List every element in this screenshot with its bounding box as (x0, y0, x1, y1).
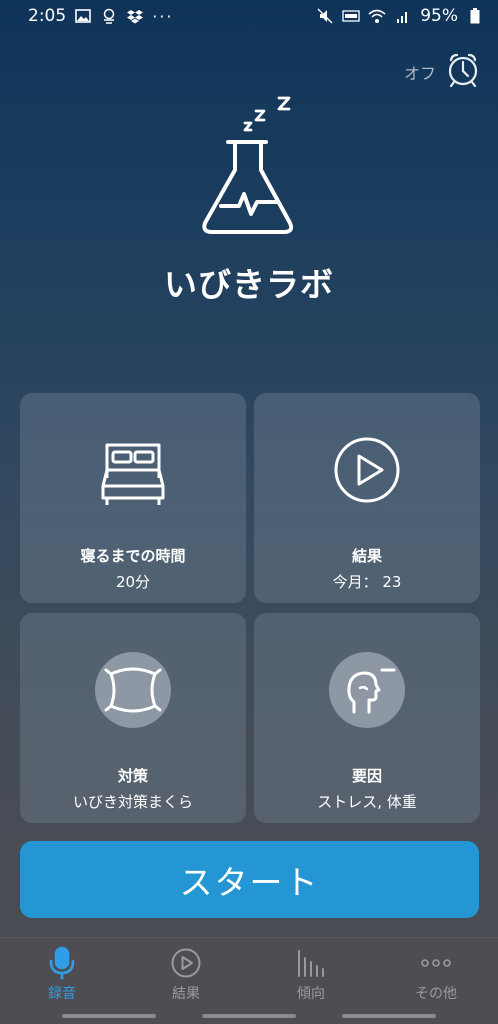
dropbox-icon (126, 7, 144, 25)
wifi-icon (368, 7, 386, 25)
tile-results[interactable]: 結果 今月： 23 (254, 393, 480, 603)
bed-icon (93, 430, 173, 510)
tile-title: 要因 (351, 767, 382, 785)
tile-value: ストレス, 体重 (317, 793, 417, 811)
nav-more[interactable]: その他 (374, 938, 498, 1010)
zzz-icon (243, 96, 291, 132)
alarm-toggle[interactable]: オフ (404, 52, 480, 92)
tile-title: 対策 (117, 767, 148, 785)
hero: いびきラボ (0, 90, 498, 310)
image-icon (74, 7, 92, 25)
tile-title: 結果 (351, 547, 382, 565)
tile-value: 20分 (115, 573, 151, 591)
tile-value: 今月： 23 (332, 573, 402, 591)
status-right: 95% (316, 6, 484, 26)
battery-percent: 95% (420, 6, 458, 26)
tile-value: いびき対策まくら (72, 793, 193, 811)
status-more: ··· (152, 6, 174, 26)
bottom-nav: 録音 結果 傾向 その他 (0, 937, 498, 1024)
microphone-icon (45, 946, 79, 980)
gesture-bar-right (342, 1014, 436, 1018)
pillow-icon (93, 650, 173, 730)
tile-causes[interactable]: 要因 ストレス, 体重 (254, 613, 480, 823)
nav-record[interactable]: 録音 (0, 938, 124, 1010)
tile-title: 寝るまでの時間 (80, 547, 186, 565)
app-title: いびきラボ (164, 265, 334, 304)
status-left: 2:05 ··· (28, 6, 173, 26)
status-time: 2:05 (28, 6, 67, 26)
start-button[interactable]: スタート (20, 841, 479, 918)
bar-chart-icon (294, 946, 328, 980)
alarm-status-label: オフ (403, 64, 436, 83)
volte-icon (342, 7, 360, 25)
mute-icon (316, 7, 334, 25)
more-icon (419, 946, 453, 980)
gesture-bar-center (202, 1014, 296, 1018)
alarm-clock-icon[interactable] (446, 52, 480, 92)
nav-trends[interactable]: 傾向 (249, 938, 373, 1010)
play-circle-icon (327, 430, 407, 510)
signal-icon (394, 7, 412, 25)
nav-results[interactable]: 結果 (124, 938, 248, 1010)
status-bar: 2:05 ··· 95% (0, 0, 498, 32)
nav-label: 傾向 (297, 986, 325, 1002)
battery-icon (466, 7, 484, 25)
nav-label: その他 (415, 986, 457, 1002)
play-circle-icon (169, 946, 203, 980)
flask-heartbeat-icon (202, 140, 294, 234)
data-saver-icon (100, 7, 118, 25)
tile-time-to-sleep[interactable]: 寝るまでの時間 20分 (20, 393, 246, 603)
gesture-bar-left (62, 1014, 156, 1018)
head-profile-icon (327, 650, 407, 730)
nav-label: 録音 (48, 986, 76, 1002)
nav-label: 結果 (172, 986, 200, 1002)
tile-remedy[interactable]: 対策 いびき対策まくら (20, 613, 246, 823)
app-logo (190, 90, 310, 240)
